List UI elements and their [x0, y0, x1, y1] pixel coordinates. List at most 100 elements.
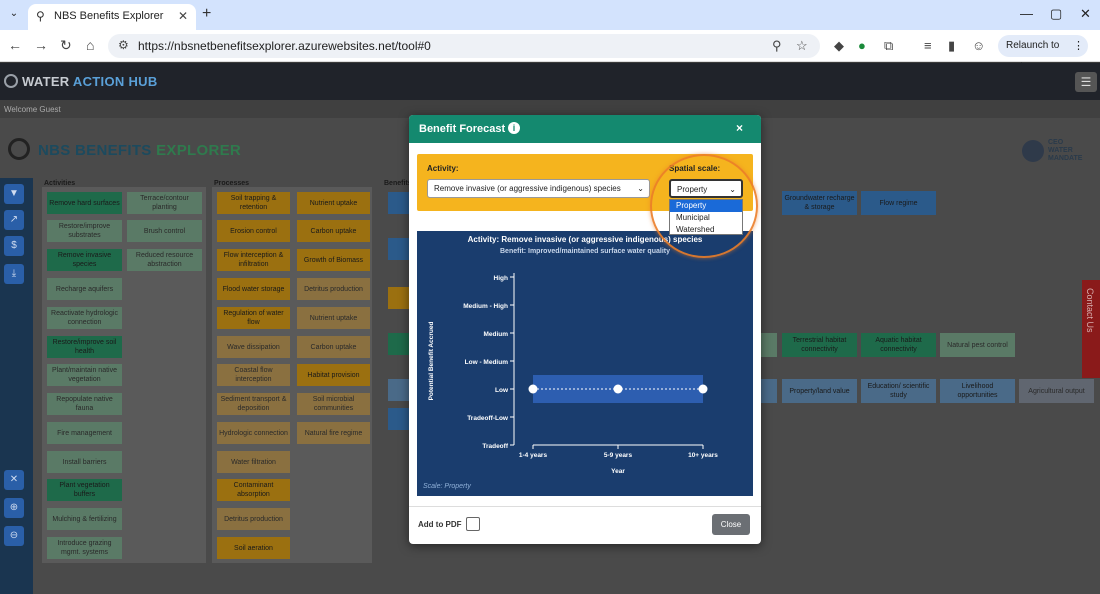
close-button[interactable]: Close: [712, 514, 750, 535]
process-cell[interactable]: Regulation of water flow: [217, 307, 290, 329]
benefit-cell-partial[interactable]: [761, 333, 777, 357]
chart-icon[interactable]: ↗: [4, 210, 24, 230]
activity-cell[interactable]: Repopulate native fauna: [47, 393, 122, 415]
y-tick-label: Low: [495, 387, 509, 394]
back-icon[interactable]: ←: [8, 37, 22, 53]
benefit-cell[interactable]: Agricultural output: [1019, 379, 1094, 403]
process-cell[interactable]: Growth of Biomass: [297, 249, 370, 271]
extension-icon[interactable]: ◆: [834, 38, 844, 54]
benefit-cell[interactable]: Natural pest control: [940, 333, 1015, 357]
reload-icon[interactable]: ↻: [60, 37, 72, 53]
process-cell[interactable]: Natural fire regime: [297, 422, 370, 444]
process-cell[interactable]: Water filtration: [217, 451, 290, 473]
activity-cell[interactable]: Brush control: [127, 220, 202, 242]
activity-cell[interactable]: Restore/improve soil health: [47, 336, 122, 358]
url-text[interactable]: https://nbsnetbenefitsexplorer.azurewebs…: [138, 39, 431, 53]
benefit-cell-partial[interactable]: [388, 287, 410, 309]
activity-cell[interactable]: Plant/maintain native vegetation: [47, 364, 122, 386]
maximize-icon[interactable]: ▢: [1050, 6, 1062, 22]
process-cell[interactable]: Wave dissipation: [217, 336, 290, 358]
activity-cell[interactable]: Reduced resource abstraction: [127, 249, 202, 271]
y-tick-label: Tradeoff-Low: [467, 415, 509, 422]
activity-cell[interactable]: Terrace/contour planting: [127, 192, 202, 214]
minimize-icon[interactable]: —: [1020, 6, 1033, 22]
browser-tab[interactable]: ⚲ NBS Benefits Explorer ✕: [28, 4, 196, 30]
bookmark-star-icon[interactable]: ☆: [796, 38, 808, 54]
home-icon[interactable]: ⌂: [86, 37, 94, 53]
benefit-cell-partial[interactable]: [761, 379, 777, 403]
benefit-chart-svg: Activity: Remove invasive (or aggressive…: [428, 235, 718, 475]
activity-cell[interactable]: Restore/improve substrates: [47, 220, 122, 242]
activity-cell[interactable]: Introduce grazing mgmt. systems: [47, 537, 122, 559]
process-cell[interactable]: Detritus production: [297, 278, 370, 300]
benefit-cell-partial[interactable]: [388, 333, 410, 355]
benefit-cell-partial[interactable]: [388, 192, 410, 214]
activity-cell[interactable]: Remove hard surfaces: [47, 192, 122, 214]
zoom-in-icon[interactable]: ⊕: [4, 498, 24, 518]
activity-cell[interactable]: Fire management: [47, 422, 122, 444]
process-cell[interactable]: Flood water storage: [217, 278, 290, 300]
relaunch-button[interactable]: Relaunch to update ⋮: [998, 35, 1088, 73]
benefit-cell-partial[interactable]: [388, 379, 410, 401]
address-bar[interactable]: ⚙ https://nbsnetbenefitsexplorer.azurewe…: [108, 34, 820, 58]
extensions-puzzle-icon[interactable]: ⧉: [884, 38, 893, 54]
media-icon[interactable]: ≡: [924, 38, 932, 54]
activity-cell[interactable]: Plant vegetation buffers: [47, 479, 122, 501]
profile-avatar-icon[interactable]: ☺: [972, 38, 985, 54]
tab-close-icon[interactable]: ✕: [178, 9, 188, 23]
zoom-icon[interactable]: ⚲: [772, 38, 782, 54]
hamburger-menu-icon[interactable]: ☰: [1075, 72, 1097, 92]
process-cell[interactable]: Coastal flow interception: [217, 364, 290, 386]
download-icon[interactable]: ⤓: [4, 264, 24, 284]
benefit-cell[interactable]: Property/land value: [782, 379, 857, 403]
activity-cell[interactable]: Install barriers: [47, 451, 122, 473]
side-panel-icon[interactable]: ▮: [948, 38, 955, 54]
activity-cell[interactable]: Recharge aquifers: [47, 278, 122, 300]
app-logo[interactable]: WATER ACTION HUB: [22, 74, 158, 89]
benefit-cell[interactable]: Aquatic habitat connectivity: [861, 333, 936, 357]
dollar-icon[interactable]: $: [4, 236, 24, 256]
benefit-cell-partial[interactable]: [388, 238, 410, 260]
forward-icon[interactable]: →: [34, 37, 48, 53]
fit-screen-icon[interactable]: ✕: [4, 470, 24, 490]
process-cell[interactable]: Detritus production: [217, 508, 290, 530]
zoom-out-icon[interactable]: ⊖: [4, 526, 24, 546]
process-cell[interactable]: Erosion control: [217, 220, 290, 242]
filter-icon[interactable]: ▼: [4, 184, 24, 204]
process-cell[interactable]: Nutrient uptake: [297, 307, 370, 329]
benefit-cell[interactable]: Groundwater recharge & storage: [782, 191, 857, 215]
benefit-cell[interactable]: Livelihood opportunities: [940, 379, 1015, 403]
grammarly-icon[interactable]: ●: [858, 38, 866, 54]
magnifier-favicon-icon: ⚲: [36, 9, 45, 23]
activity-cell[interactable]: Mulching & fertilizing: [47, 508, 122, 530]
process-cell[interactable]: Contaminant absorption: [217, 479, 290, 501]
process-cell[interactable]: Nutrient uptake: [297, 192, 370, 214]
process-cell[interactable]: Habitat provision: [297, 364, 370, 386]
info-icon[interactable]: i: [508, 122, 520, 134]
benefit-cell[interactable]: Flow regime: [861, 191, 936, 215]
benefit-cell[interactable]: Education/ scientific study: [861, 379, 936, 403]
process-cell[interactable]: Carbon uptake: [297, 336, 370, 358]
activity-select[interactable]: Remove invasive (or aggressive indigenou…: [427, 179, 650, 198]
left-toolbar: ▼ ↗ $ ⤓ ✕ ⊕ ⊖: [0, 178, 33, 594]
modal-close-icon[interactable]: ×: [736, 121, 743, 135]
add-to-pdf-checkbox[interactable]: [466, 517, 480, 531]
activity-cell[interactable]: Remove invasive species: [47, 249, 122, 271]
activity-cell[interactable]: Reactivate hydrologic connection: [47, 307, 122, 329]
browser-menu-icon[interactable]: ⋮: [1073, 35, 1084, 57]
process-cell[interactable]: Sediment transport & deposition: [217, 393, 290, 415]
activity-label: Activity:: [427, 164, 459, 173]
benefit-cell-partial[interactable]: [388, 408, 410, 430]
process-cell[interactable]: Hydrologic connection: [217, 422, 290, 444]
process-cell[interactable]: Soil microbial communities: [297, 393, 370, 415]
process-cell[interactable]: Carbon uptake: [297, 220, 370, 242]
site-info-icon[interactable]: ⚙: [118, 38, 129, 52]
window-close-icon[interactable]: ✕: [1080, 6, 1091, 22]
benefit-cell[interactable]: Terrestrial habitat connectivity: [782, 333, 857, 357]
contact-us-tab[interactable]: Contact Us: [1082, 280, 1100, 378]
process-cell[interactable]: Soil trapping & retention: [217, 192, 290, 214]
process-cell[interactable]: Soil aeration: [217, 537, 290, 559]
process-cell[interactable]: Flow interception & infiltration: [217, 249, 290, 271]
new-tab-icon[interactable]: +: [202, 6, 211, 22]
tab-search-icon[interactable]: ⌄: [6, 6, 22, 22]
